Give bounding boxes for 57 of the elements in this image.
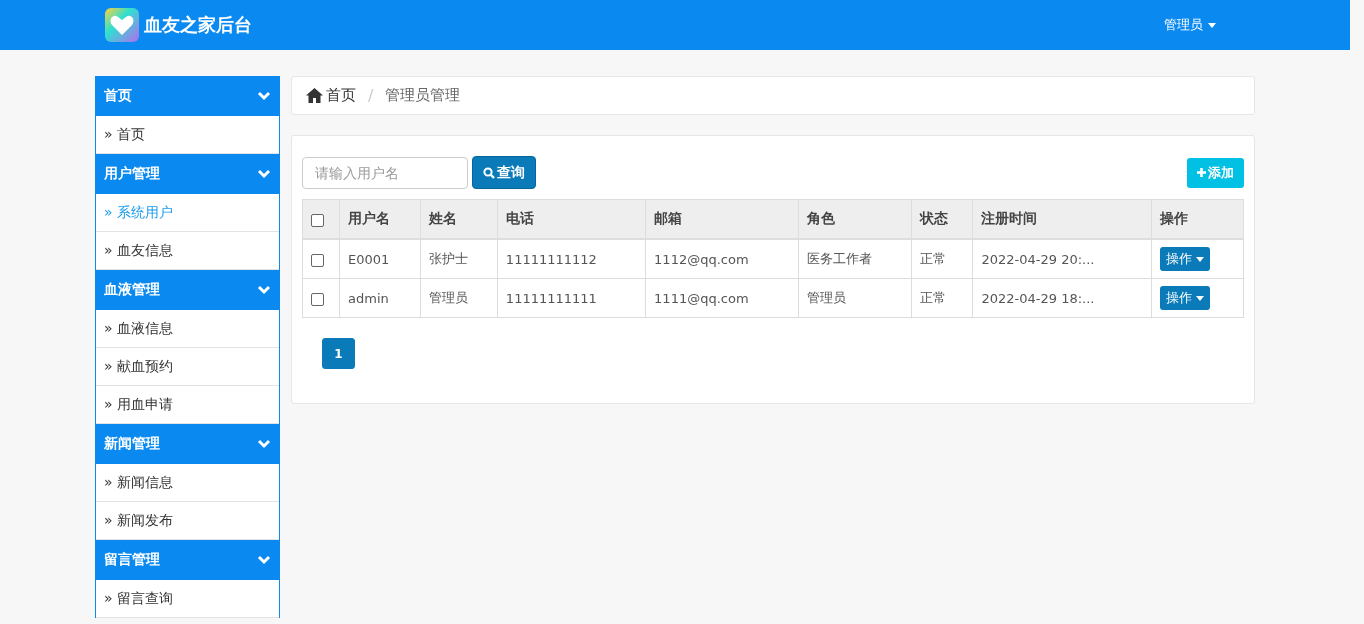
table-cell: 1111@qq.com bbox=[654, 290, 749, 306]
select-all-checkbox[interactable] bbox=[311, 213, 324, 227]
plus-icon bbox=[1197, 168, 1206, 177]
table-cell: 2022-04-29 20:... bbox=[981, 251, 1095, 267]
table-cell: 医务工作者 bbox=[807, 251, 873, 266]
sidebar-item[interactable]: » 献血预约 bbox=[96, 348, 279, 386]
group-title: 首页 bbox=[104, 87, 132, 105]
sidebar-group-header[interactable]: 首页 bbox=[96, 76, 279, 116]
sidebar-group-header[interactable]: 血液管理 bbox=[96, 270, 279, 310]
search-field[interactable]: 请输入用户名 bbox=[302, 156, 468, 189]
table-cell: 管理员 bbox=[429, 290, 468, 305]
row-checkbox[interactable] bbox=[311, 292, 324, 306]
sidebar-item[interactable]: » 新闻信息 bbox=[96, 464, 279, 502]
column-header: 姓名 bbox=[429, 210, 457, 226]
caret-icon bbox=[1195, 295, 1204, 301]
caret-icon bbox=[1195, 256, 1204, 262]
sidebar-item[interactable]: » 系统用户 bbox=[96, 194, 279, 232]
page-button[interactable]: 1 bbox=[322, 338, 355, 369]
column-header: 电话 bbox=[505, 210, 534, 226]
search-icon bbox=[483, 166, 495, 179]
group-title: 血液管理 bbox=[104, 281, 160, 299]
home-icon bbox=[306, 88, 323, 103]
sidebar-group-header[interactable]: 留言管理 bbox=[96, 540, 279, 580]
table-cell: admin bbox=[348, 290, 389, 306]
site-title: 血友之家后台 bbox=[144, 13, 252, 37]
sidebar-group-header[interactable]: 新闻管理 bbox=[96, 424, 279, 464]
table-cell: 11111111111 bbox=[505, 290, 597, 306]
column-header: 状态 bbox=[919, 210, 948, 226]
sidebar-item[interactable]: » 血液信息 bbox=[96, 310, 279, 348]
table-cell: 正常 bbox=[919, 251, 946, 266]
column-header: 注册时间 bbox=[981, 210, 1038, 226]
sidebar-group-header[interactable]: 用户管理 bbox=[96, 154, 279, 194]
group-title: 用户管理 bbox=[104, 165, 160, 183]
table-cell: 1112@qq.com bbox=[654, 251, 749, 267]
action-dropdown-button[interactable]: 操作 bbox=[1159, 247, 1210, 271]
group-title: 新闻管理 bbox=[104, 435, 160, 453]
breadcrumb-link[interactable]: 首页 bbox=[326, 86, 356, 105]
group-title: 留言管理 bbox=[104, 551, 160, 569]
table-cell: 2022-04-29 18:... bbox=[981, 290, 1095, 306]
sidebar-item[interactable]: » 留言查询 bbox=[96, 580, 279, 618]
table-cell: 张护士 bbox=[429, 251, 468, 266]
heart-logo-icon bbox=[105, 8, 139, 42]
caret-icon bbox=[1208, 22, 1216, 28]
search-button[interactable]: 查询 bbox=[472, 156, 536, 189]
column-header: 用户名 bbox=[348, 210, 390, 226]
table-cell: 正常 bbox=[919, 290, 946, 305]
table-cell: 11111111112 bbox=[505, 251, 597, 267]
action-dropdown-button[interactable]: 操作 bbox=[1159, 286, 1210, 310]
breadcrumb-separator: / bbox=[368, 86, 374, 105]
column-header: 角色 bbox=[807, 210, 836, 226]
user-menu[interactable]: 管理员 bbox=[1160, 12, 1220, 38]
table-cell: 管理员 bbox=[807, 290, 847, 305]
row-checkbox[interactable] bbox=[311, 253, 324, 267]
breadcrumb-link[interactable]: 管理员管理 bbox=[385, 86, 461, 105]
column-header: 邮箱 bbox=[654, 210, 683, 226]
table-cell: E0001 bbox=[348, 251, 390, 267]
column-header: 操作 bbox=[1159, 210, 1188, 226]
